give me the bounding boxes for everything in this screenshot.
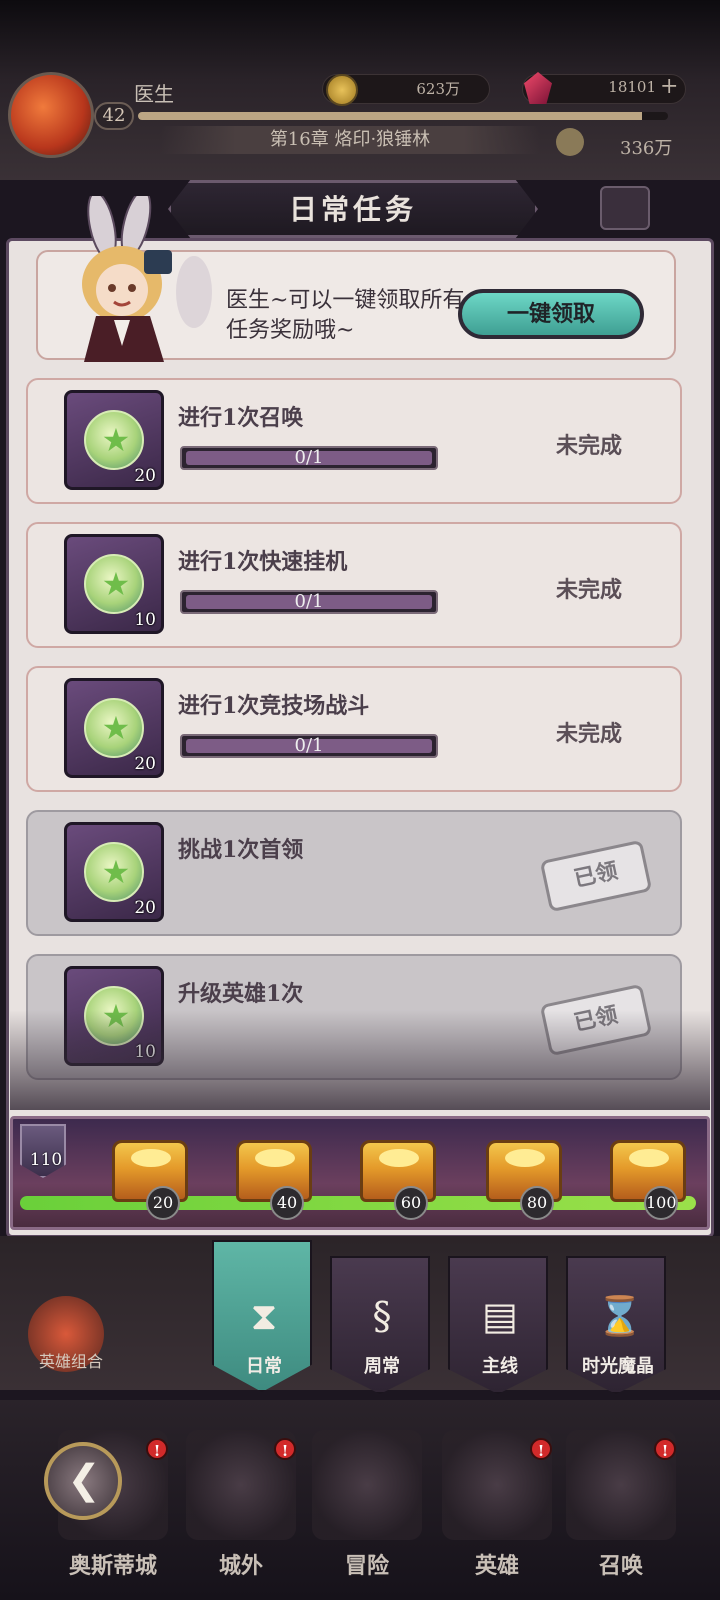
task-status: 未完成: [556, 721, 623, 747]
nav-item[interactable]: 城外: [176, 1548, 306, 1580]
nav-item[interactable]: 奥斯蒂城: [48, 1548, 178, 1580]
task-title: 进行1次竞技场战斗: [178, 693, 370, 719]
task-progress-bar: 0/1: [180, 446, 438, 470]
add-gems-button[interactable]: +: [660, 74, 678, 99]
chest-milestone: 80: [520, 1186, 554, 1220]
notification-badge-icon: !: [530, 1438, 552, 1460]
scroll-hourglass-icon: ⧗: [250, 1294, 278, 1338]
task-progress-text: 0/1: [294, 591, 324, 612]
player-name: 医生: [134, 82, 174, 106]
task-progress-text: 0/1: [294, 447, 324, 468]
task-reward-quantity: 20: [134, 754, 156, 774]
chest-milestone: 40: [270, 1186, 304, 1220]
gold-coin-icon: [326, 74, 358, 106]
list-fade-overlay: [10, 1010, 710, 1110]
task-status: 未完成: [556, 433, 623, 459]
claim-all-button[interactable]: 一键领取: [458, 289, 644, 339]
power-icon: [556, 128, 584, 156]
tab-label: 时光魔晶: [582, 1356, 654, 1377]
helper-message: 医生~可以一键领取所有任务奖励哦~: [226, 288, 465, 343]
book-icon: ▤: [482, 1294, 518, 1338]
activity-points: 110: [29, 1150, 63, 1170]
nav-item[interactable]: 冒险: [302, 1548, 432, 1580]
power-value: 336万: [620, 138, 673, 159]
task-reward-quantity: 20: [134, 466, 156, 486]
tab-label: 周常: [364, 1356, 400, 1377]
tab-hourglass[interactable]: ⌛ 时光魔晶: [566, 1256, 666, 1394]
tab-scroll[interactable]: § 周常: [330, 1256, 430, 1394]
hourglass-icon: ⌛: [596, 1294, 644, 1338]
nav-illustration[interactable]: [312, 1430, 422, 1540]
task-reward-quantity: 10: [134, 610, 156, 630]
task-title: 挑战1次首领: [178, 837, 304, 863]
scroll-icon: §: [372, 1294, 392, 1338]
player-level: 42: [94, 102, 134, 130]
task-status: 未完成: [556, 577, 623, 603]
back-arrow-icon: ❮: [67, 1457, 101, 1503]
hero-combo-label: 英雄组合: [38, 1352, 103, 1371]
task-progress-bar: 0/1: [180, 734, 438, 758]
task-progress-bar: 0/1: [180, 590, 438, 614]
energy-orb-icon: ★: [84, 698, 144, 758]
nav-item[interactable]: 英雄: [432, 1548, 562, 1580]
notification-badge-icon: !: [654, 1438, 676, 1460]
task-title: 进行1次召唤: [178, 405, 304, 431]
notification-badge-icon: !: [274, 1438, 296, 1460]
energy-orb-icon: ★: [84, 842, 144, 902]
bunny-girl-mascot-icon: [82, 196, 212, 362]
task-title: 进行1次快速挂机: [178, 549, 348, 575]
gold-value: 623万: [416, 80, 460, 98]
tab-label: 主线: [482, 1356, 518, 1377]
chest-milestone: 100: [644, 1186, 678, 1220]
chapter-label: 第16章 烙印·狼锤林: [160, 126, 540, 154]
side-gem-icon[interactable]: [600, 186, 650, 230]
energy-orb-icon: ★: [84, 410, 144, 470]
energy-orb-icon: ★: [84, 554, 144, 614]
tab-book[interactable]: ▤ 主线: [448, 1256, 548, 1394]
chest-milestone: 20: [146, 1186, 180, 1220]
task-title: 升级英雄1次: [178, 981, 304, 1007]
tab-scroll-hourglass[interactable]: ⧗ 日常: [212, 1240, 312, 1392]
task-progress-text: 0/1: [294, 735, 324, 756]
xp-bar: [138, 112, 668, 120]
xp-bar-fill: [138, 112, 642, 120]
gem-value: 18101: [608, 78, 656, 96]
nav-item[interactable]: 召唤: [556, 1548, 686, 1580]
task-reward-quantity: 20: [134, 898, 156, 918]
panel-title: 日常任务: [288, 193, 417, 226]
chest-milestone: 60: [394, 1186, 428, 1220]
player-avatar[interactable]: [8, 72, 94, 158]
notification-badge-icon: !: [146, 1438, 168, 1460]
